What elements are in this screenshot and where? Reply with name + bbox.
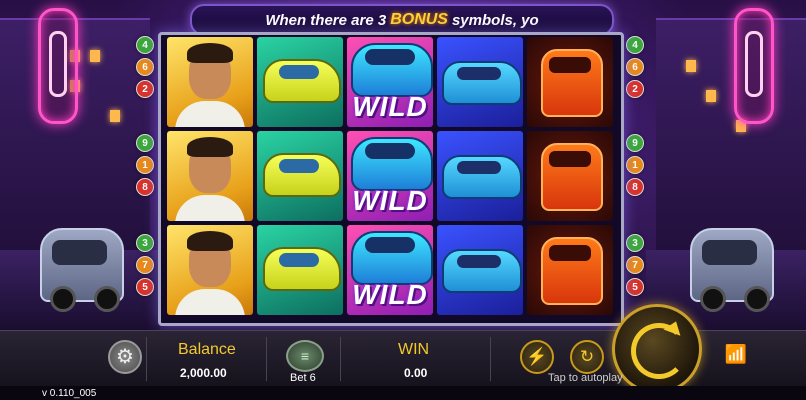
turbo-lightning-icon[interactable]: ⚡ (520, 340, 554, 374)
payline-marker-right: 4 (626, 36, 644, 54)
right-building (656, 18, 806, 250)
payline-marker-left: 9 (136, 134, 154, 152)
payline-marker-left: 6 (136, 58, 154, 76)
payline-marker-left: 2 (136, 80, 154, 98)
symbol-man (167, 37, 253, 127)
reel-2 (255, 35, 345, 323)
payline-markers-left: 4 6 2 9 1 8 3 7 5 (136, 34, 154, 320)
payline-marker-left: 1 (136, 156, 154, 174)
payline-marker-right: 2 (626, 80, 644, 98)
win-value: 0.00 (404, 366, 428, 380)
symbol-tuk-tuk (527, 37, 613, 127)
reel-4 (435, 35, 525, 323)
symbol-yellow-taxi (257, 37, 343, 127)
autoplay-icon[interactable]: ↻ (570, 340, 604, 374)
payline-marker-left: 5 (136, 278, 154, 296)
wild-label: WILD (352, 279, 428, 310)
autoplay-hint: Tap to autoplay (548, 372, 623, 384)
win-label: WIN (398, 341, 430, 358)
wifi-icon: 📶 (724, 344, 748, 364)
right-tuk-tuk-decoration (690, 228, 774, 312)
symbol-yellow-taxi (257, 225, 343, 315)
payline-marker-left: 7 (136, 256, 154, 274)
payline-marker-right: 1 (626, 156, 644, 174)
banner-bonus-word: BONUS (390, 11, 448, 28)
symbol-wild: WILD (347, 131, 433, 221)
spin-button[interactable] (612, 304, 702, 394)
bet-chip-icon[interactable]: ≡ (286, 340, 324, 372)
left-neon-sign (38, 8, 78, 124)
payline-marker-right: 9 (626, 134, 644, 152)
reel-3: WILD WILD WILD (345, 35, 435, 323)
wild-label: WILD (352, 91, 428, 122)
payline-marker-left: 3 (136, 234, 154, 252)
balance-value: 2,000.00 (180, 366, 227, 380)
right-neon-sign (734, 8, 774, 124)
balance-label: Balance (178, 341, 236, 358)
symbol-blue-taxi (437, 225, 523, 315)
payline-marker-left: 4 (136, 36, 154, 54)
symbol-wild: WILD (347, 37, 433, 127)
symbol-man (167, 225, 253, 315)
payline-marker-left: 8 (136, 178, 154, 196)
symbol-yellow-taxi (257, 131, 343, 221)
symbol-tuk-tuk (527, 131, 613, 221)
symbol-wild: WILD (347, 225, 433, 315)
left-tuk-tuk-decoration (40, 228, 124, 312)
version-label: v 0.110_005 (42, 388, 97, 399)
game-stage: When there are 3 BONUS symbols, yo 4 6 2 9 1… (0, 0, 806, 400)
reels-frame[interactable]: WILD WILD WILD (158, 32, 624, 326)
symbol-blue-taxi (437, 131, 523, 221)
payline-marker-right: 3 (626, 234, 644, 252)
settings-gear-icon[interactable]: ⚙ (108, 340, 142, 374)
payline-marker-right: 7 (626, 256, 644, 274)
banner-prefix: When there are 3 (265, 11, 387, 29)
reel-1 (165, 35, 255, 323)
bet-label[interactable]: Bet 6 (290, 372, 316, 384)
symbol-tuk-tuk (527, 225, 613, 315)
payline-markers-right: 4 6 2 9 1 8 3 7 5 (626, 34, 644, 320)
payline-marker-right: 5 (626, 278, 644, 296)
bottom-strip (0, 386, 806, 400)
symbol-blue-taxi (437, 37, 523, 127)
payline-marker-right: 6 (626, 58, 644, 76)
banner-suffix: symbols, yo (451, 11, 539, 29)
symbol-man (167, 131, 253, 221)
wild-label: WILD (352, 185, 428, 216)
right-street-scenery (646, 0, 806, 330)
payline-marker-right: 8 (626, 178, 644, 196)
reel-5 (525, 35, 615, 323)
